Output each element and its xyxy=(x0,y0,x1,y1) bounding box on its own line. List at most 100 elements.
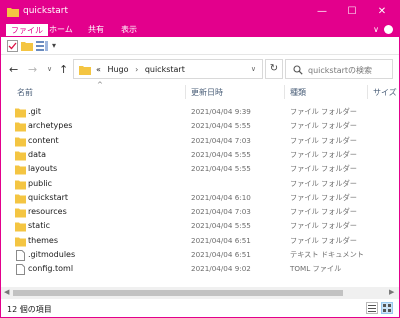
details-view-button[interactable] xyxy=(366,302,378,314)
file-name: archetypes xyxy=(28,121,73,131)
file-date-modified: 2021/04/04 6:10 xyxy=(191,192,251,202)
quick-access-toolbar: ▾ xyxy=(1,37,399,55)
file-name: quickstart xyxy=(28,192,69,202)
file-type: TOML ファイル xyxy=(290,264,342,274)
address-bar[interactable]: « Hugo › quickstart ∨ xyxy=(73,59,263,79)
address-dropdown-button[interactable]: ∨ xyxy=(251,65,256,73)
qat-dropdown-button[interactable]: ▾ xyxy=(52,41,56,50)
file-name: layouts xyxy=(28,164,58,174)
document-icon xyxy=(16,264,25,276)
folder-row[interactable]: quickstart 2021/04/04 6:10 ファイル フォルダー xyxy=(1,191,399,205)
folder-icon xyxy=(15,194,26,204)
file-row[interactable]: .gitmodules 2021/04/04 6:51 テキスト ドキュメント xyxy=(1,248,399,262)
ribbon-collapse-button[interactable]: ∨ xyxy=(373,25,379,34)
recent-locations-button[interactable]: ∨ xyxy=(47,65,52,73)
file-name: content xyxy=(28,135,59,145)
folder-row[interactable]: public ファイル フォルダー xyxy=(1,177,399,191)
file-date-modified: 2021/04/04 7:03 xyxy=(191,135,251,145)
file-date-modified: 2021/04/04 5:55 xyxy=(191,121,251,131)
help-icon[interactable] xyxy=(384,25,393,34)
title-bar[interactable]: quickstart — ☐ ✕ xyxy=(1,1,399,23)
close-button[interactable]: ✕ xyxy=(367,1,397,23)
file-name: .git xyxy=(28,107,41,116)
file-date-modified: 2021/04/04 9:39 xyxy=(191,107,251,116)
explorer-window: quickstart — ☐ ✕ ファイル ホーム 共有 表示 ∨ ▾ ← → … xyxy=(0,0,400,318)
column-name[interactable]: 名前 xyxy=(17,87,33,98)
details-view-icon xyxy=(368,305,376,312)
file-date-modified: 2021/04/04 9:02 xyxy=(191,264,251,274)
item-count: 12 個の項目 xyxy=(7,305,52,314)
breadcrumb-separator[interactable]: › xyxy=(135,65,138,74)
file-type: ファイル フォルダー xyxy=(290,235,357,245)
column-date-modified[interactable]: 更新日時 xyxy=(191,87,223,98)
file-date-modified: 2021/04/04 7:03 xyxy=(191,207,251,217)
file-type: ファイル フォルダー xyxy=(290,107,357,116)
file-date-modified: 2021/04/04 6:51 xyxy=(191,235,251,245)
folder-row[interactable]: resources 2021/04/04 7:03 ファイル フォルダー xyxy=(1,205,399,219)
folder-row[interactable]: .git 2021/04/04 9:39 ファイル フォルダー xyxy=(1,105,399,119)
breadcrumb-overflow[interactable]: « xyxy=(96,65,101,74)
file-row[interactable]: config.toml 2021/04/04 9:02 TOML ファイル xyxy=(1,262,399,276)
tab-file[interactable]: ファイル xyxy=(5,23,49,37)
scroll-right-arrow[interactable]: ▶ xyxy=(389,288,394,296)
file-name: static xyxy=(28,221,50,231)
horizontal-scrollbar[interactable]: ◀ ▶ xyxy=(1,287,399,299)
status-bar: 12 個の項目 xyxy=(1,299,399,317)
breadcrumb: « Hugo › quickstart xyxy=(96,65,185,74)
file-name: themes xyxy=(28,235,59,245)
folder-icon xyxy=(15,165,26,175)
folder-icon xyxy=(7,8,19,17)
tab-view[interactable]: 表示 xyxy=(116,23,142,37)
properties-icon[interactable] xyxy=(7,40,18,52)
search-input[interactable]: quickstartの検索 xyxy=(308,65,372,76)
file-type: ファイル フォルダー xyxy=(290,135,357,145)
tab-home[interactable]: ホーム xyxy=(44,23,78,37)
breadcrumb-quickstart[interactable]: quickstart xyxy=(145,65,185,74)
up-button[interactable]: ↑ xyxy=(59,63,68,76)
scroll-left-arrow[interactable]: ◀ xyxy=(4,288,9,296)
search-icon xyxy=(293,65,303,75)
refresh-button[interactable]: ↻ xyxy=(265,59,283,79)
file-name: .gitmodules xyxy=(28,250,76,259)
forward-button[interactable]: → xyxy=(28,63,37,76)
minimize-button[interactable]: — xyxy=(307,1,337,23)
file-type: ファイル フォルダー xyxy=(290,207,357,217)
folder-row[interactable]: static 2021/04/04 5:55 ファイル フォルダー xyxy=(1,219,399,233)
folder-icon xyxy=(15,151,26,161)
column-size[interactable]: サイズ xyxy=(373,87,397,98)
folder-icon xyxy=(15,122,26,132)
ribbon-tabs: ファイル ホーム 共有 表示 ∨ xyxy=(1,23,399,37)
file-type: ファイル フォルダー xyxy=(290,192,357,202)
file-name: resources xyxy=(28,207,67,217)
window-title: quickstart xyxy=(23,6,69,16)
document-icon xyxy=(16,250,25,261)
column-type[interactable]: 種類 xyxy=(290,87,306,98)
folder-row[interactable]: themes 2021/04/04 6:51 ファイル フォルダー xyxy=(1,234,399,248)
folder-row[interactable]: archetypes 2021/04/04 5:55 ファイル フォルダー xyxy=(1,119,399,133)
file-type: ファイル フォルダー xyxy=(290,121,357,131)
column-divider[interactable] xyxy=(284,85,285,99)
search-box[interactable]: quickstartの検索 xyxy=(285,59,393,79)
customize-toolbar-icon[interactable] xyxy=(36,40,48,51)
column-divider[interactable] xyxy=(367,85,368,99)
sort-caret-icon: ^ xyxy=(97,81,103,89)
folder-row[interactable]: layouts 2021/04/04 5:55 ファイル フォルダー xyxy=(1,162,399,176)
file-date-modified: 2021/04/04 5:55 xyxy=(191,164,251,174)
scrollbar-thumb[interactable] xyxy=(13,290,343,296)
file-date-modified: 2021/04/04 6:51 xyxy=(191,250,251,259)
tab-share[interactable]: 共有 xyxy=(83,23,109,37)
column-divider[interactable] xyxy=(185,85,186,99)
file-type: ファイル フォルダー xyxy=(290,149,357,159)
breadcrumb-hugo[interactable]: Hugo xyxy=(107,65,128,74)
folder-row[interactable]: content 2021/04/04 7:03 ファイル フォルダー xyxy=(1,134,399,148)
file-type: ファイル フォルダー xyxy=(290,221,357,231)
large-icons-view-button[interactable] xyxy=(381,302,393,314)
folder-icon xyxy=(15,222,26,232)
maximize-button[interactable]: ☐ xyxy=(337,1,367,23)
folder-icon xyxy=(15,237,26,247)
file-date-modified: 2021/04/04 5:55 xyxy=(191,221,251,231)
file-date-modified: 2021/04/04 5:55 xyxy=(191,149,251,159)
back-button[interactable]: ← xyxy=(9,63,18,76)
folder-row[interactable]: data 2021/04/04 5:55 ファイル フォルダー xyxy=(1,148,399,162)
new-folder-icon[interactable] xyxy=(21,40,33,51)
